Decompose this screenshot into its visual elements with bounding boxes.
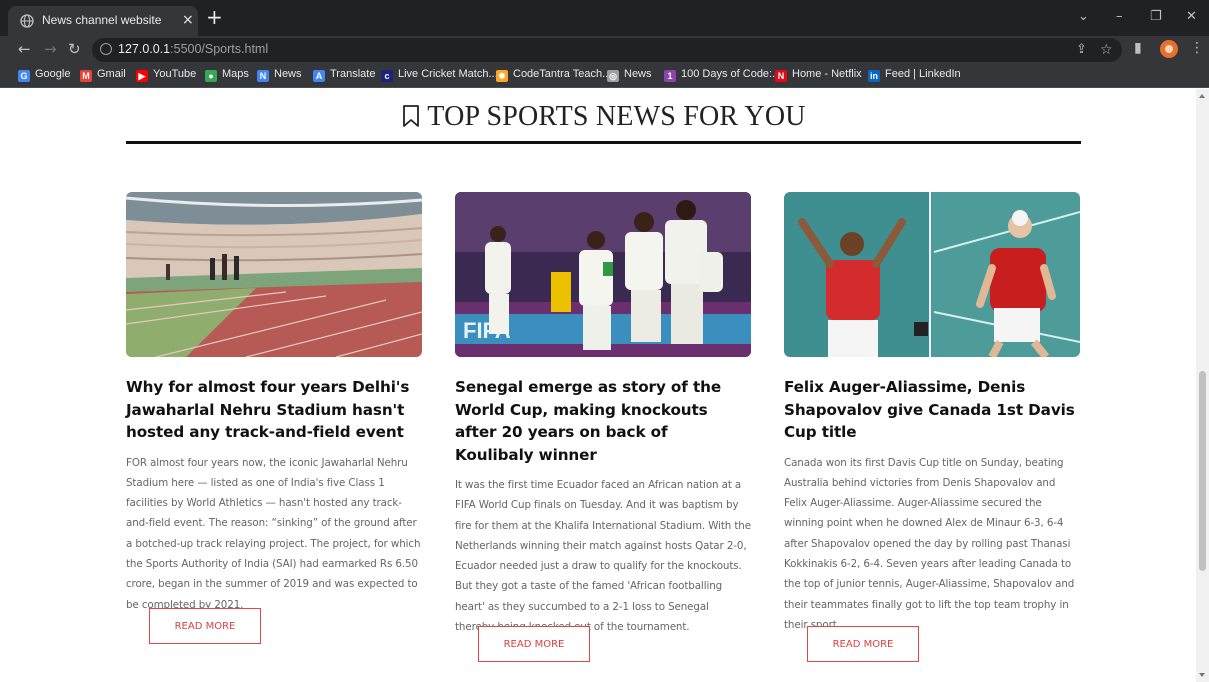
gmail-icon: M bbox=[80, 70, 92, 82]
page-viewport: TOP SPORTS NEWS FOR YOU Why for almost f… bbox=[0, 89, 1196, 682]
bookmark-label: Gmail bbox=[97, 68, 126, 80]
bookmark-label: 100 Days of Code:... bbox=[681, 68, 782, 80]
news-card: Why for almost four years Delhi's Jawaha… bbox=[126, 192, 422, 615]
google-icon: G bbox=[18, 70, 30, 82]
bookmark-label: Feed | LinkedIn bbox=[885, 68, 961, 80]
page-heading-text: TOP SPORTS NEWS FOR YOU bbox=[427, 101, 806, 132]
globe-icon bbox=[20, 14, 34, 28]
tab-search-icon[interactable]: ⌄ bbox=[1078, 9, 1089, 24]
share-icon[interactable]: ⇪ bbox=[1076, 42, 1087, 57]
article-body: FOR almost four years now, the iconic Ja… bbox=[126, 456, 421, 611]
bookmark-item[interactable]: ◎ News bbox=[607, 68, 652, 84]
bookmark-label: YouTube bbox=[153, 68, 197, 80]
article-title[interactable]: Felix Auger-Aliassime, Denis Shapovalov … bbox=[784, 376, 1080, 444]
bookmark-item[interactable]: N News bbox=[257, 68, 302, 84]
page-heading: TOP SPORTS NEWS FOR YOU bbox=[126, 101, 1081, 133]
codetantra-icon: ✸ bbox=[496, 70, 508, 82]
forward-icon: → bbox=[44, 40, 57, 58]
bookmark-item[interactable]: ● Maps bbox=[205, 68, 249, 84]
bookmark-label: Google bbox=[35, 68, 71, 80]
news-icon: N bbox=[257, 70, 269, 82]
article-title[interactable]: Senegal emerge as story of the World Cup… bbox=[455, 376, 751, 466]
tab-title: News channel website bbox=[42, 13, 162, 27]
scroll-down-arrow-icon[interactable] bbox=[1199, 673, 1205, 677]
bookmark-label: News bbox=[624, 68, 652, 80]
news-card: Felix Auger-Aliassime, Denis Shapovalov … bbox=[784, 192, 1080, 635]
globe-icon: ◎ bbox=[607, 70, 619, 82]
close-window-icon[interactable]: ✕ bbox=[1186, 9, 1197, 24]
bookmark-label: Translate bbox=[330, 68, 376, 80]
browser-tab[interactable]: News channel website × bbox=[8, 6, 198, 36]
minimize-icon[interactable]: – bbox=[1116, 9, 1123, 24]
scrollbar-thumb[interactable] bbox=[1199, 371, 1206, 571]
linkedin-icon: in bbox=[868, 70, 880, 82]
bookmark-star-icon[interactable]: ☆ bbox=[1100, 42, 1113, 58]
new-tab-button[interactable]: + bbox=[206, 7, 223, 27]
profile-avatar[interactable] bbox=[1160, 40, 1178, 58]
menu-dots-icon[interactable]: ⋮ bbox=[1190, 40, 1204, 56]
news-card: FIFA Senegal emerge as story of the Worl… bbox=[455, 192, 751, 637]
tab-close-icon[interactable]: × bbox=[182, 12, 194, 28]
browser-tabstrip: News channel website × + ⌄ – ❐ ✕ bbox=[0, 0, 1209, 36]
bookmark-item[interactable]: G Google bbox=[18, 68, 70, 84]
heading-divider bbox=[126, 141, 1081, 144]
bookmark-label: Home - Netflix bbox=[792, 68, 862, 80]
site-info-icon[interactable] bbox=[100, 43, 112, 55]
netflix-icon: N bbox=[775, 70, 787, 82]
bookmark-item[interactable]: M Gmail bbox=[80, 68, 126, 84]
bookmark-label: Live Cricket Match... bbox=[398, 68, 498, 80]
translate-icon: A bbox=[313, 70, 325, 82]
address-bar[interactable]: 127.0.0.1:5500/Sports.html ⇪ ☆ bbox=[92, 38, 1122, 62]
read-more-button[interactable]: READ MORE bbox=[149, 608, 261, 644]
article-title[interactable]: Why for almost four years Delhi's Jawaha… bbox=[126, 376, 422, 444]
football-celebration-image[interactable]: FIFA bbox=[455, 192, 751, 357]
tennis-players-image[interactable] bbox=[784, 192, 1080, 357]
restore-icon[interactable]: ❐ bbox=[1150, 9, 1162, 24]
bookmark-item[interactable]: ▶ YouTube bbox=[136, 68, 196, 84]
bookmark-item[interactable]: N Home - Netflix bbox=[775, 68, 862, 84]
bookmark-label: Maps bbox=[222, 68, 249, 80]
bookmarks-bar: G Google M Gmail ▶ YouTube ● Maps N News A Translat… bbox=[0, 64, 1209, 88]
page-scrollbar[interactable] bbox=[1196, 89, 1209, 682]
course-icon: 1 bbox=[664, 70, 676, 82]
article-body: Canada won its first Davis Cup title on … bbox=[784, 456, 1075, 631]
bookmark-item[interactable]: c Live Cricket Match... bbox=[381, 68, 498, 84]
scroll-up-arrow-icon[interactable] bbox=[1199, 94, 1205, 98]
maps-icon: ● bbox=[205, 70, 217, 82]
youtube-icon: ▶ bbox=[136, 70, 148, 82]
bookmark-item[interactable]: ✸ CodeTantra Teach... bbox=[496, 68, 611, 84]
read-more-button[interactable]: READ MORE bbox=[478, 626, 590, 662]
back-icon[interactable]: ← bbox=[18, 40, 31, 58]
url-text[interactable]: 127.0.0.1:5500/Sports.html bbox=[118, 42, 268, 56]
bookmark-item[interactable]: in Feed | LinkedIn bbox=[868, 68, 961, 84]
article-body: It was the first time Ecuador faced an A… bbox=[455, 479, 751, 634]
bookmark-icon bbox=[403, 105, 420, 127]
read-more-button[interactable]: READ MORE bbox=[807, 626, 919, 662]
reload-icon[interactable]: ↻ bbox=[68, 40, 81, 58]
bookmark-item[interactable]: A Translate bbox=[313, 68, 375, 84]
side-panel-icon[interactable]: ▮ bbox=[1134, 40, 1142, 56]
bookmark-label: News bbox=[274, 68, 302, 80]
stadium-image[interactable] bbox=[126, 192, 422, 357]
browser-toolbar: ← → ↻ 127.0.0.1:5500/Sports.html ⇪ ☆ ▮ ⋮ bbox=[0, 36, 1209, 64]
bookmark-item[interactable]: 1 100 Days of Code:... bbox=[664, 68, 781, 84]
bookmark-label: CodeTantra Teach... bbox=[513, 68, 612, 80]
cricket-icon: c bbox=[381, 70, 393, 82]
